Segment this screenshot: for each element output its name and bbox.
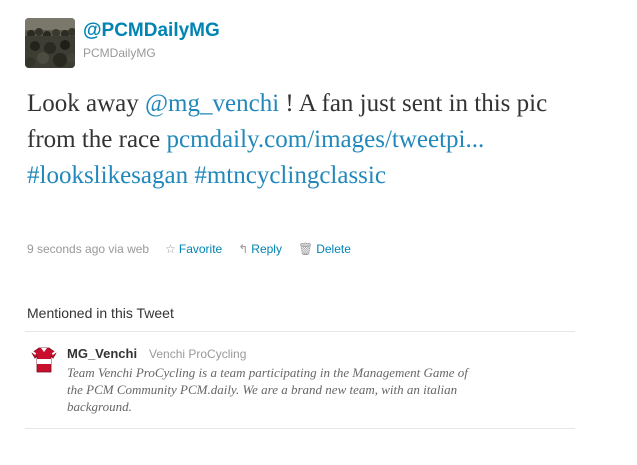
delete-label: Delete <box>316 242 351 256</box>
mentioned-user-item: MG_Venchi Venchi ProCycling Team Venchi … <box>27 344 575 426</box>
favorite-label: Favorite <box>178 242 223 256</box>
timestamp[interactable]: 9 seconds ago <box>27 242 105 256</box>
trash-icon: 🗑 <box>297 242 314 256</box>
star-icon: ☆ <box>165 242 176 256</box>
author-handle-link[interactable]: @PCMDailyMG <box>83 20 220 42</box>
delete-button[interactable]: 🗑 Delete <box>298 242 351 256</box>
mentioned-user-bio: Team Venchi ProCycling is a team partici… <box>67 365 468 414</box>
tweet-url-link[interactable]: pcmdaily.com/images/tweetpi... <box>167 126 485 153</box>
mentioned-user-full-name: Venchi ProCycling <box>149 347 247 361</box>
reply-arrow-icon: ↰ <box>238 242 249 256</box>
team-jersey-icon[interactable] <box>30 346 58 374</box>
favorite-button[interactable]: ☆ Favorite <box>165 242 222 256</box>
hashtag-link[interactable]: #mtncyclingclassic <box>194 162 386 189</box>
tweet-mention-link[interactable]: @mg_venchi <box>145 90 279 117</box>
section-divider <box>25 428 575 429</box>
via-source: via web <box>108 242 150 256</box>
mentioned-user-screen-name[interactable]: MG_Venchi <box>67 346 137 361</box>
author-screen-name: PCMDailyMG <box>83 46 156 60</box>
hashtag-link[interactable]: #lookslikesagan <box>27 162 188 189</box>
tweet-text: Look away @mg_venchi ! A fan just sent i… <box>27 86 587 194</box>
section-divider <box>25 331 575 332</box>
reply-button[interactable]: ↰ Reply <box>238 242 282 256</box>
tweet-text-part: Look away <box>27 90 146 117</box>
reply-label: Reply <box>251 242 282 256</box>
author-avatar[interactable] <box>25 18 75 68</box>
tweet-meta: 9 seconds ago via web ☆ Favorite ↰ Reply 🗑… <box>27 242 351 256</box>
mentioned-section-title: Mentioned in this Tweet <box>27 305 174 321</box>
